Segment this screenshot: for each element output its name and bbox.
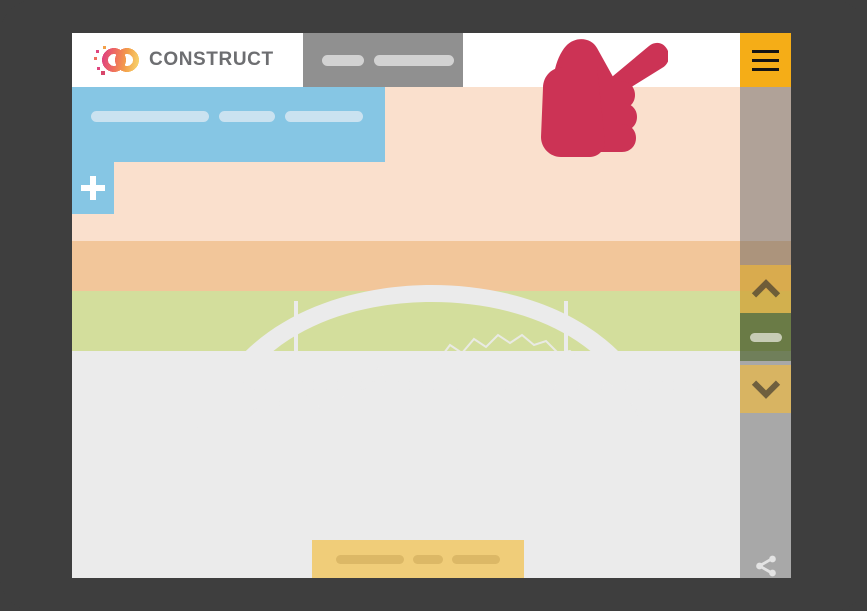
blue-filter-panel bbox=[72, 87, 385, 162]
arch-bridge-illustration bbox=[72, 285, 791, 451]
topbar-spacer bbox=[463, 33, 740, 87]
top-navigation-bar: CONSTRUCT bbox=[72, 33, 791, 87]
screen: CONSTRUCT bbox=[72, 33, 791, 578]
drag-handle[interactable] bbox=[740, 313, 791, 361]
hamburger-menu-button[interactable] bbox=[740, 33, 791, 87]
share-icon bbox=[755, 555, 776, 577]
scroll-up-button[interactable] bbox=[740, 265, 791, 313]
chevron-down-icon bbox=[751, 370, 780, 399]
panel-placeholder-3[interactable] bbox=[285, 111, 363, 122]
add-button[interactable] bbox=[72, 162, 114, 214]
go-construct-logo-icon bbox=[94, 46, 142, 75]
nav-placeholder-group bbox=[303, 33, 463, 87]
plus-icon-vertical bbox=[90, 176, 96, 200]
share-button[interactable] bbox=[740, 542, 791, 578]
scroll-down-button[interactable] bbox=[740, 365, 791, 413]
bottom-placeholder-1 bbox=[336, 554, 404, 564]
brand-logo[interactable]: CONSTRUCT bbox=[72, 33, 303, 87]
nav-placeholder-1[interactable] bbox=[322, 54, 364, 66]
panel-placeholder-1[interactable] bbox=[91, 111, 209, 122]
hamburger-menu-icon bbox=[752, 49, 779, 53]
bottom-placeholder-3 bbox=[452, 554, 500, 564]
bottom-action-bar[interactable] bbox=[312, 540, 524, 578]
bottom-placeholder-2 bbox=[413, 554, 443, 564]
hamburger-menu-icon-bar-3 bbox=[752, 67, 779, 71]
right-sidebar bbox=[740, 87, 791, 578]
panel-placeholder-2[interactable] bbox=[219, 111, 275, 122]
device-frame: CONSTRUCT bbox=[0, 0, 867, 611]
drag-handle-icon bbox=[749, 332, 782, 342]
hamburger-menu-icon-bar-2 bbox=[752, 58, 779, 62]
blue-panel-placeholder-group bbox=[91, 111, 363, 122]
chevron-up-icon bbox=[751, 279, 780, 308]
brand-logo-text: CONSTRUCT bbox=[149, 49, 274, 70]
nav-placeholder-2[interactable] bbox=[374, 54, 454, 66]
